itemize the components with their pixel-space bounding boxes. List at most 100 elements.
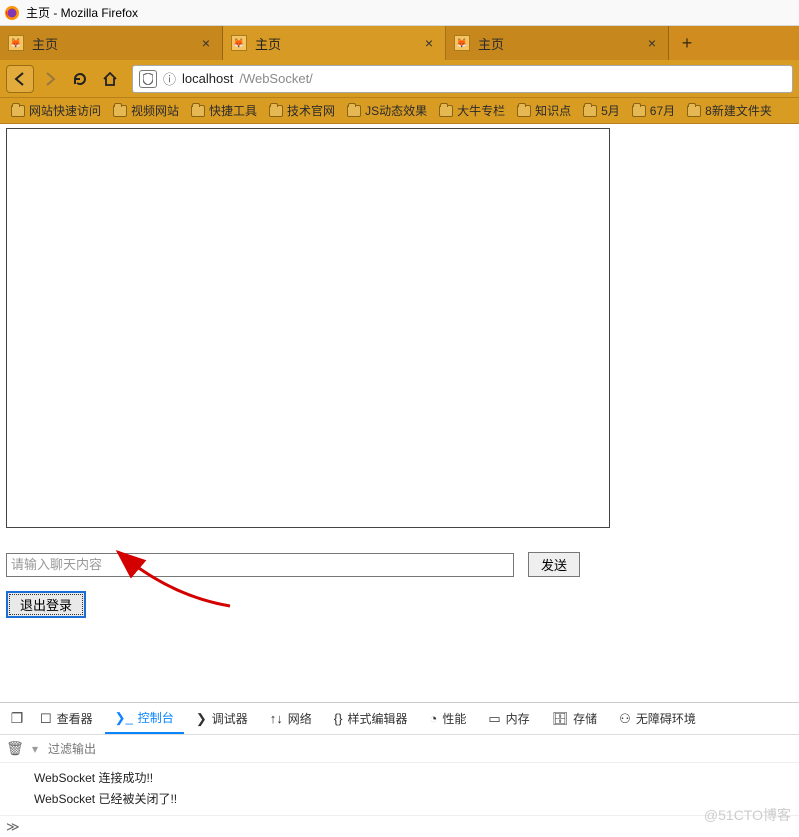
console-output: WebSocket 连接成功!! WebSocket 已经被关闭了!! <box>0 763 799 815</box>
devtools-dock-icon[interactable]: ❐ <box>6 710 28 727</box>
debugger-icon: ❯ <box>196 711 207 727</box>
devtools-tab-debugger[interactable]: ❯调试器 <box>186 703 258 734</box>
browser-tab-2[interactable]: 主页 × <box>446 26 669 60</box>
back-button[interactable] <box>6 65 34 93</box>
tab-strip: 主页 × 主页 × 主页 × + <box>0 26 799 60</box>
chat-input[interactable] <box>6 553 514 577</box>
style-editor-icon: {} <box>334 711 343 726</box>
devtools-tab-console[interactable]: ❯_ 控制台 <box>105 703 184 734</box>
send-button[interactable]: 发送 <box>528 552 580 577</box>
folder-icon <box>439 105 453 117</box>
bookmark-label: 知识点 <box>535 102 571 119</box>
url-bar[interactable]: ⓘ localhost/WebSocket/ <box>132 65 793 93</box>
firefox-logo-icon <box>4 5 20 21</box>
bookmark-label: 8新建文件夹 <box>705 102 772 119</box>
site-info-icon[interactable]: ⓘ <box>163 69 176 88</box>
bookmark-label: 快捷工具 <box>209 102 257 119</box>
bookmark-label: 大牛专栏 <box>457 102 505 119</box>
bookmark-folder[interactable]: 8新建文件夹 <box>682 102 777 119</box>
folder-icon <box>113 105 127 117</box>
folder-icon <box>347 105 361 117</box>
devtools-tab-accessibility[interactable]: ⚇ 无障碍环境 <box>609 703 706 734</box>
storage-icon: 🗄 <box>552 711 569 727</box>
bookmark-label: 技术官网 <box>287 102 335 119</box>
inspector-icon: ☐ <box>40 711 52 727</box>
arrow-left-icon <box>12 71 28 87</box>
bookmark-folder[interactable]: JS动态效果 <box>342 102 432 119</box>
bookmark-folder[interactable]: 67月 <box>627 102 680 119</box>
devtab-label: 网络 <box>288 710 312 727</box>
bookmark-label: 网站快速访问 <box>29 102 101 119</box>
console-line: WebSocket 已经被关闭了!! <box>0 788 799 809</box>
filter-icon: ▾ <box>32 742 38 756</box>
memory-icon: ▭ <box>488 711 500 727</box>
devtools-tab-inspector[interactable]: ☐查看器 <box>30 703 103 734</box>
console-filter-bar: 🗑 ▾ <box>0 735 799 763</box>
devtab-label: 性能 <box>442 710 466 727</box>
folder-icon <box>687 105 701 117</box>
console-line: WebSocket 连接成功!! <box>0 767 799 788</box>
arrow-right-icon <box>42 71 58 87</box>
tracking-protection-icon[interactable] <box>139 70 157 88</box>
devtab-label: 无障碍环境 <box>636 710 696 727</box>
browser-tab-0[interactable]: 主页 × <box>0 26 223 60</box>
devtools-tab-storage[interactable]: 🗄存储 <box>542 703 608 734</box>
chat-display-area <box>6 128 610 528</box>
accessibility-icon: ⚇ <box>619 711 631 727</box>
close-tab-icon[interactable]: × <box>198 35 214 51</box>
bookmark-folder[interactable]: 视频网站 <box>108 102 184 119</box>
devtab-label: 内存 <box>506 710 530 727</box>
close-tab-icon[interactable]: × <box>421 35 437 51</box>
navigation-bar: ⓘ localhost/WebSocket/ <box>0 60 799 98</box>
devtab-label: 样式编辑器 <box>347 710 407 727</box>
devtools-tab-style[interactable]: {} 样式编辑器 <box>324 703 418 734</box>
performance-icon: ◔ <box>429 711 437 726</box>
forward-button <box>36 65 64 93</box>
console-filter-input[interactable] <box>46 740 205 758</box>
window-titlebar: 主页 - Mozilla Firefox <box>0 0 799 26</box>
bookmark-label: 67月 <box>650 102 675 119</box>
bookmark-folder[interactable]: 知识点 <box>512 102 576 119</box>
bookmarks-bar: 网站快速访问 视频网站 快捷工具 技术官网 JS动态效果 大牛专栏 知识点 5月… <box>0 98 799 124</box>
new-tab-button[interactable]: + <box>669 26 705 60</box>
reload-button[interactable] <box>66 65 94 93</box>
console-icon: ❯_ <box>115 710 133 726</box>
bookmark-label: 5月 <box>601 102 620 119</box>
console-footer: ≫ <box>0 815 799 837</box>
network-icon: ↑↓ <box>270 711 283 726</box>
url-path: /WebSocket/ <box>239 71 312 86</box>
home-button[interactable] <box>96 65 124 93</box>
reload-icon <box>72 71 88 87</box>
bookmark-folder[interactable]: 网站快速访问 <box>6 102 106 119</box>
favicon-icon <box>8 35 24 51</box>
bookmark-folder[interactable]: 技术官网 <box>264 102 340 119</box>
folder-icon <box>517 105 531 117</box>
devtab-label: 存储 <box>573 710 597 727</box>
console-prompt-icon[interactable]: ≫ <box>6 819 20 835</box>
devtools-tab-performance[interactable]: ◔ 性能 <box>419 703 476 734</box>
logout-button[interactable]: 退出登录 <box>6 591 86 618</box>
window-title: 主页 - Mozilla Firefox <box>26 4 138 21</box>
tab-title: 主页 <box>32 34 198 53</box>
folder-icon <box>632 105 646 117</box>
folder-icon <box>583 105 597 117</box>
clear-console-icon[interactable]: 🗑 <box>6 740 24 757</box>
url-host: localhost <box>182 71 233 86</box>
bookmark-folder[interactable]: 5月 <box>578 102 625 119</box>
devtab-label: 控制台 <box>138 709 174 726</box>
tab-title: 主页 <box>478 34 644 53</box>
bookmark-folder[interactable]: 大牛专栏 <box>434 102 510 119</box>
watermark-text: @51CTO博客 <box>704 805 791 825</box>
folder-icon <box>191 105 205 117</box>
bookmark-folder[interactable]: 快捷工具 <box>186 102 262 119</box>
favicon-icon <box>454 35 470 51</box>
bookmark-label: 视频网站 <box>131 102 179 119</box>
devtools-tab-memory[interactable]: ▭ 内存 <box>478 703 539 734</box>
devtools-panel: ❐ ☐查看器 ❯_ 控制台 ❯调试器 ↑↓ 网络 {} 样式编辑器 ◔ 性能 ▭ 内存 🗄… <box>0 702 799 837</box>
close-tab-icon[interactable]: × <box>644 35 660 51</box>
devtools-tabbar: ❐ ☐查看器 ❯_ 控制台 ❯调试器 ↑↓ 网络 {} 样式编辑器 ◔ 性能 ▭ 内存 🗄… <box>0 703 799 735</box>
browser-tab-1[interactable]: 主页 × <box>223 26 446 60</box>
folder-icon <box>11 105 25 117</box>
devtools-tab-network[interactable]: ↑↓ 网络 <box>260 703 322 734</box>
home-icon <box>102 71 118 87</box>
